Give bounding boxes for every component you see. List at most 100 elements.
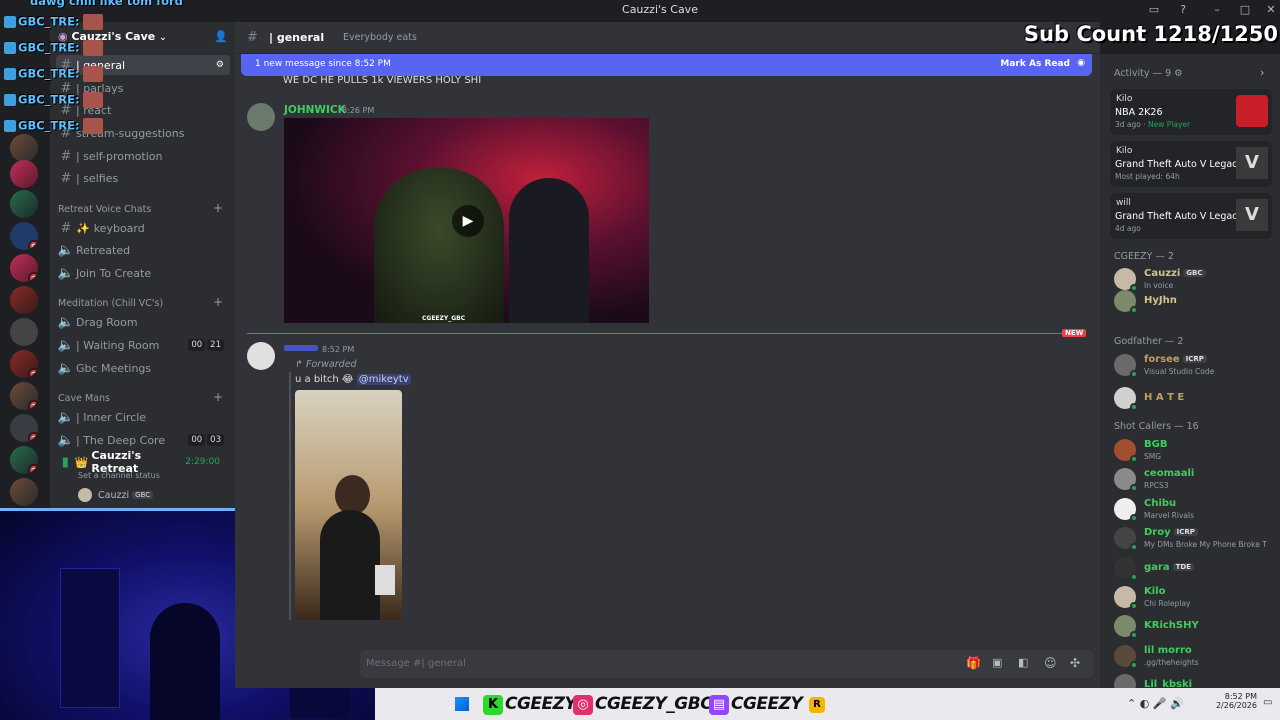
new-messages-bar[interactable]: 1 new message since 8:52 PM Mark As Read… bbox=[241, 54, 1092, 76]
server-icon[interactable] bbox=[10, 286, 38, 314]
channel-status[interactable]: Set a channel status bbox=[78, 471, 160, 480]
member-name: Kilo bbox=[1144, 586, 1166, 597]
clock[interactable]: 8:52 PM 2/26/2026 bbox=[1211, 692, 1257, 710]
new-badge: NEW bbox=[1062, 329, 1087, 337]
maximize-button[interactable]: □ bbox=[1236, 3, 1254, 19]
close-button[interactable]: ✕ bbox=[1262, 3, 1280, 19]
sticker-icon[interactable]: ◧ bbox=[1018, 656, 1028, 669]
category-retreat-voice[interactable]: Retreat Voice Chats bbox=[58, 204, 151, 215]
activity-card[interactable]: will Grand Theft Auto V Legacy 4d ago V bbox=[1110, 193, 1272, 239]
stream-chat-line: GBC_TRE: bbox=[4, 40, 103, 56]
add-channel-icon[interactable]: + bbox=[213, 390, 223, 404]
member-row[interactable]: Kilo Chi Roleplay bbox=[1114, 584, 1280, 612]
message-text: u a bitch 😂 @mikeytv bbox=[295, 374, 411, 385]
channel-header: # | general Everybody eats bbox=[235, 22, 1100, 54]
add-friend-icon[interactable]: 👤 bbox=[214, 30, 228, 43]
gift-icon[interactable]: 🎁 bbox=[966, 656, 981, 670]
channel-topic[interactable]: Everybody eats bbox=[343, 32, 417, 43]
notification-icon[interactable]: ▭ bbox=[1263, 697, 1272, 708]
category-meditation[interactable]: Meditation (Chill VC's) bbox=[58, 298, 163, 309]
server-icon[interactable]: 2 bbox=[10, 414, 38, 442]
avatar bbox=[1114, 586, 1138, 610]
member-name: BGB bbox=[1144, 439, 1168, 450]
member-row[interactable]: forsee ICRP Visual Studio Code bbox=[1114, 352, 1280, 380]
member-group-title: Shot Callers — 16 bbox=[1114, 421, 1199, 432]
tray-icons[interactable]: ⌃ ◐ 🎤 🔊 bbox=[1127, 697, 1184, 710]
member-row[interactable]: KRichSHY bbox=[1114, 613, 1280, 641]
game-art-icon: V bbox=[1236, 199, 1268, 231]
server-icon[interactable]: 5 bbox=[10, 222, 38, 250]
video-attachment[interactable]: ▶ CGEEZY_GBC bbox=[284, 118, 649, 323]
member-row[interactable]: Droy ICRP My DMs Broke My Phone Broke T bbox=[1114, 525, 1280, 553]
avatar bbox=[1114, 387, 1138, 411]
activity-card[interactable]: Kilo Grand Theft Auto V Legacy Most play… bbox=[1110, 141, 1272, 187]
voice-cauzzis-retreat[interactable]: ▮ 👑 Cauzzi's Retreat 2:29:00 bbox=[56, 449, 230, 475]
channel-selfies[interactable]: # | selfies bbox=[56, 168, 230, 188]
server-icon[interactable] bbox=[10, 478, 38, 506]
server-icon[interactable]: 3 bbox=[10, 254, 38, 282]
member-row[interactable]: Chibu Marvel Rivals bbox=[1114, 496, 1280, 524]
forwarded-label: ↱ Forwarded bbox=[295, 359, 357, 370]
emoji-icon[interactable]: ☺ bbox=[1044, 656, 1057, 670]
apps-icon[interactable]: ✣ bbox=[1070, 656, 1080, 670]
member-row[interactable]: lil morro .gg/theheights bbox=[1114, 643, 1280, 671]
settings-icon[interactable]: ⚙ bbox=[216, 60, 230, 70]
play-icon[interactable]: ▶ bbox=[452, 205, 484, 237]
activity-title: Activity — 9 ⚙ bbox=[1114, 68, 1183, 79]
message-composer[interactable]: Message #| general 🎁 ▣ ◧ ☺ ✣ bbox=[360, 650, 1094, 678]
member-row[interactable]: H A T E bbox=[1114, 385, 1280, 413]
member-row[interactable]: ceomaali RPCS3 bbox=[1114, 466, 1280, 494]
server-icon[interactable] bbox=[10, 318, 38, 346]
member-name: forsee ICRP bbox=[1144, 354, 1207, 365]
add-channel-icon[interactable]: + bbox=[213, 295, 223, 309]
chevron-right-icon[interactable]: › bbox=[1260, 66, 1264, 79]
member-name: KRichSHY bbox=[1144, 620, 1199, 632]
rockstar-icon[interactable]: R bbox=[809, 697, 825, 713]
member-row[interactable]: HyJhn bbox=[1114, 288, 1280, 316]
activity-card[interactable]: Kilo NBA 2K26 3d ago · New Player bbox=[1110, 89, 1272, 135]
game-art-icon: V bbox=[1236, 147, 1268, 179]
server-icon[interactable]: 1 bbox=[10, 382, 38, 410]
help-icon[interactable]: ? bbox=[1174, 3, 1192, 19]
avatar bbox=[1114, 439, 1138, 463]
new-divider bbox=[247, 333, 1062, 334]
channel-keyboard[interactable]: # ✨ keyboard bbox=[56, 218, 230, 238]
member-tag: ICRP bbox=[1173, 528, 1198, 537]
member-row[interactable]: BGB SMG bbox=[1114, 437, 1280, 465]
message-author[interactable]: JOHNWICK bbox=[284, 104, 346, 116]
avatar bbox=[78, 488, 92, 502]
member-row[interactable]: gara TDE bbox=[1114, 555, 1280, 583]
avatar[interactable] bbox=[247, 342, 275, 370]
avatar[interactable] bbox=[247, 103, 275, 131]
voice-retreated[interactable]: 🔈 Retreated bbox=[56, 240, 230, 260]
windows-start-icon[interactable] bbox=[455, 697, 469, 711]
voice-drag-room[interactable]: 🔈 Drag Room bbox=[56, 312, 230, 332]
composer-input[interactable]: Message #| general bbox=[366, 658, 466, 669]
stream-chat-line: dawg chill like tom ford bbox=[30, 0, 183, 8]
voice-waiting-room[interactable]: 🔈 | Waiting Room 00 21 bbox=[56, 335, 230, 355]
twitch-icon: ▤ bbox=[709, 695, 729, 715]
voice-the-deep-core[interactable]: 🔈 | The Deep Core 00 03 bbox=[56, 430, 230, 450]
channel-self-promotion[interactable]: # | self-promotion bbox=[56, 146, 230, 166]
server-icon[interactable] bbox=[10, 190, 38, 218]
server-icon[interactable]: 2 bbox=[10, 446, 38, 474]
image-attachment[interactable] bbox=[295, 390, 402, 620]
gif-icon[interactable]: ▣ bbox=[992, 656, 1002, 669]
voice-gbc-meetings[interactable]: 🔈 Gbc Meetings bbox=[56, 358, 230, 378]
server-icon[interactable]: 2 bbox=[10, 350, 38, 378]
user-mention[interactable]: @mikeytv bbox=[356, 374, 411, 385]
voice-inner-circle[interactable]: 🔈 | Inner Circle bbox=[56, 407, 230, 427]
member-name: Cauzzi GBC bbox=[1144, 268, 1206, 279]
mark-as-read-button[interactable]: Mark As Read bbox=[1000, 59, 1070, 69]
server-icon[interactable] bbox=[10, 160, 38, 188]
category-cave-mans[interactable]: Cave Mans bbox=[58, 393, 110, 404]
message-author[interactable] bbox=[284, 345, 318, 351]
member-status: .gg/theheights bbox=[1144, 657, 1199, 667]
voice-join-to-create[interactable]: 🔈 Join To Create bbox=[56, 263, 230, 283]
voice-user[interactable]: Cauzzi GBC bbox=[78, 488, 154, 502]
minimize-button[interactable]: – bbox=[1208, 3, 1226, 19]
add-channel-icon[interactable]: + bbox=[213, 201, 223, 215]
member-name: lil morro bbox=[1144, 644, 1192, 656]
server-icon[interactable] bbox=[10, 134, 38, 162]
inbox-icon[interactable]: ▭ bbox=[1145, 3, 1163, 19]
